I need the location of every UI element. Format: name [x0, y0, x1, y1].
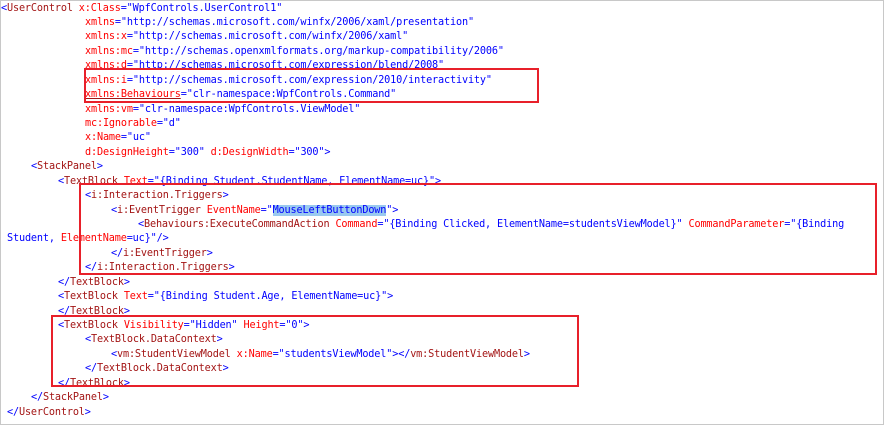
code-token: d:DesignHeight	[85, 146, 169, 158]
code-line: xmlns:x="http://schemas.microsoft.com/wi…	[85, 30, 408, 44]
code-token: StackPanel	[42, 392, 103, 404]
code-token: "	[497, 45, 504, 57]
highlight-box-hidden-textblock	[51, 315, 579, 387]
code-token: "	[276, 2, 283, 14]
code-line: <StackPanel>	[31, 160, 103, 174]
code-token: xmlns:vm	[85, 103, 133, 115]
code-token: d:DesignWidth	[210, 146, 289, 158]
code-token: UserControl	[6, 2, 79, 14]
code-token: >	[123, 276, 130, 288]
code-token: </	[7, 406, 19, 418]
code-token: "	[467, 16, 474, 28]
code-token: 300	[180, 146, 199, 158]
code-line: <TextBlock Text="{Binding Student.Age, E…	[58, 290, 393, 304]
code-token: Text	[123, 291, 148, 303]
code-token: StackPanel	[36, 161, 97, 173]
code-token: ">	[318, 146, 331, 158]
code-line: </StackPanel>	[31, 391, 109, 405]
code-token: x:Class	[78, 2, 121, 14]
code-token: mc:Ignorable	[85, 117, 157, 129]
code-token: >	[84, 406, 91, 418]
code-token: ="	[126, 31, 139, 43]
code-token: clr-namespace:WpfControls.ViewModel	[144, 103, 355, 115]
code-token: UserControl	[18, 406, 85, 418]
code-token: ="	[156, 117, 169, 129]
code-token: {Binding Student.Age, ElementName=uc}	[159, 291, 382, 303]
code-token: "	[354, 103, 361, 115]
code-token: ="	[120, 132, 133, 144]
code-token: xmlns:x	[85, 31, 127, 43]
code-token: http://schemas.openxmlformats.org/markup…	[144, 45, 498, 57]
code-line: xmlns:vm="clr-namespace:WpfControls.View…	[85, 103, 360, 117]
code-token: http://schemas.microsoft.com/winfx/2006/…	[138, 31, 403, 43]
code-token: TextBlock	[69, 276, 124, 288]
code-token: Student,	[7, 233, 61, 245]
highlight-box-interaction-triggers	[79, 183, 877, 275]
code-token: "	[402, 31, 409, 43]
code-token: ="	[114, 16, 127, 28]
code-line: </UserControl>	[7, 406, 91, 420]
code-token: "	[174, 117, 181, 129]
code-token: >	[102, 392, 109, 404]
highlight-box-namespaces	[84, 68, 539, 103]
code-token: TextBlock	[63, 291, 124, 303]
code-line: xmlns:mc="http://schemas.openxmlformats.…	[85, 45, 504, 59]
code-token: ="	[147, 291, 160, 303]
code-token: "	[198, 146, 211, 158]
code-line: x:Name="uc"	[85, 131, 151, 145]
code-token: ="	[132, 103, 145, 115]
code-token: ">	[381, 291, 394, 303]
code-token: ="	[132, 45, 145, 57]
code-line: </TextBlock>	[58, 276, 130, 290]
code-token: </	[58, 276, 70, 288]
code-token: </	[31, 392, 43, 404]
code-token: ="	[288, 146, 301, 158]
code-token: >	[96, 161, 103, 173]
code-token: "	[144, 132, 151, 144]
code-token: uc	[132, 132, 145, 144]
code-token: ="	[168, 146, 181, 158]
code-line: d:DesignHeight="300" d:DesignWidth="300"…	[85, 146, 331, 160]
code-editor-frame: <UserControl x:Class="WpfControls.UserCo…	[0, 0, 884, 425]
code-token: xmlns	[85, 16, 115, 28]
code-token: ="	[120, 2, 133, 14]
code-token: x:Name	[85, 132, 121, 144]
code-line: <UserControl x:Class="WpfControls.UserCo…	[1, 2, 282, 16]
code-token: WpfControls.UserControl1	[132, 2, 277, 14]
code-token: http://schemas.microsoft.com/winfx/2006/…	[126, 16, 468, 28]
code-line: mc:Ignorable="d"	[85, 117, 181, 131]
code-line: xmlns="http://schemas.microsoft.com/winf…	[85, 16, 474, 30]
code-token: xmlns:mc	[85, 45, 133, 57]
code-token: 300	[300, 146, 319, 158]
